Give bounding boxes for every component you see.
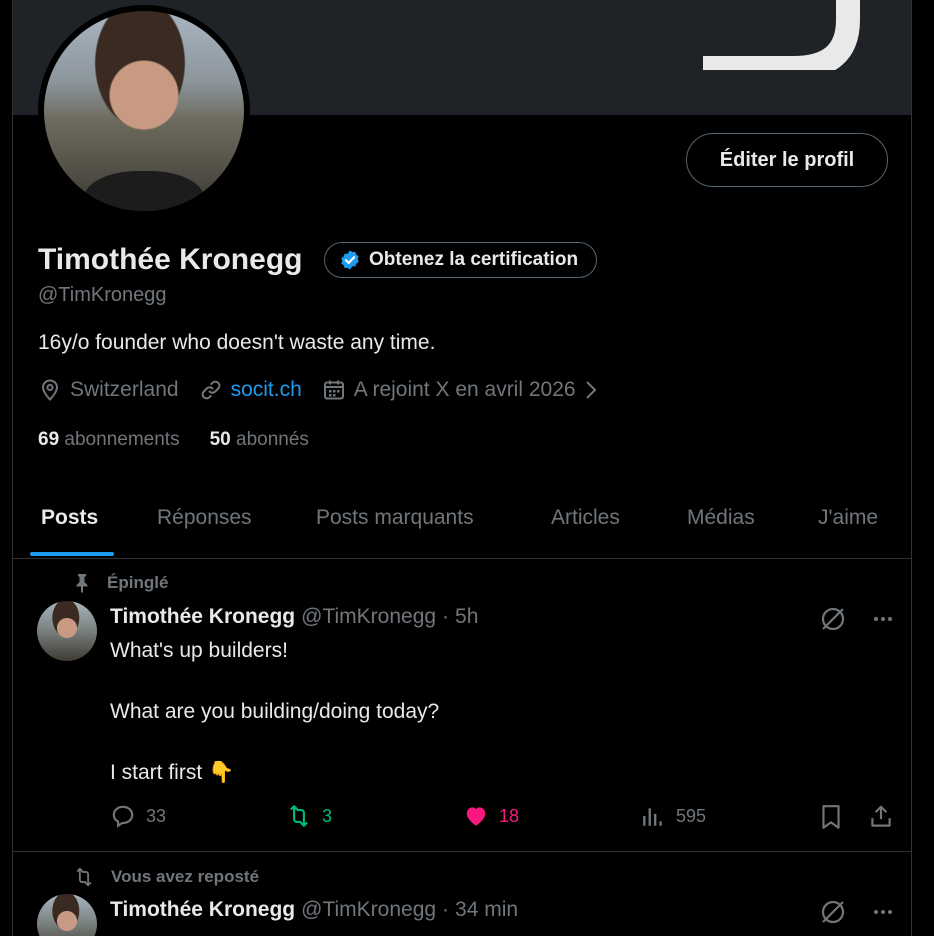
profile-name: Timothée Kronegg (38, 243, 303, 276)
more-icon[interactable] (871, 607, 895, 631)
reply-button[interactable]: 33 (110, 803, 166, 829)
post-avatar[interactable] (37, 601, 97, 661)
get-verified-label: Obtenez la certification (369, 249, 579, 270)
post-end-actions (818, 803, 894, 831)
repost-context: Vous avez reposté (73, 866, 259, 888)
verified-badge-icon (341, 250, 359, 270)
location-item: Switzerland (38, 378, 179, 402)
more-icon[interactable] (871, 900, 895, 924)
followers-link[interactable]: 50 abonnés (210, 429, 309, 451)
profile-tabs: Posts Réponses Posts marquants Articles … (13, 490, 911, 559)
repost-button[interactable]: 3 (286, 803, 332, 829)
following-count: 69 (38, 429, 60, 450)
followers-label: abonnés (236, 429, 309, 450)
follow-stats: 69 abonnements 50 abonnés (38, 429, 309, 451)
profile-bio: 16y/o founder who doesn't waste any time… (38, 331, 436, 354)
pinned-label: Épinglé (107, 573, 169, 592)
like-button[interactable]: 18 (463, 803, 519, 829)
post-text: What's up builders! What are you buildin… (110, 636, 439, 788)
get-verified-button[interactable]: Obtenez la certification (324, 242, 598, 278)
post-top-actions (819, 605, 895, 633)
post-time[interactable]: 5h (455, 605, 478, 629)
repost-context-label: Vous avez reposté (111, 867, 260, 886)
post-line: What's up builders! (110, 639, 288, 662)
post-line: I start first 👇 (110, 761, 235, 784)
chevron-right-icon (585, 381, 596, 399)
tab-replies[interactable]: Réponses (157, 506, 252, 530)
views-count: 595 (676, 805, 707, 826)
website-item[interactable]: socit.ch (199, 378, 302, 402)
active-tab-indicator (30, 552, 114, 556)
post-separator: · (442, 605, 450, 628)
post-separator: · (442, 898, 450, 921)
banner-logo (703, 0, 860, 70)
pinned-context: Épinglé (73, 573, 168, 593)
like-count: 18 (499, 805, 520, 826)
post-reposted[interactable]: Vous avez reposté Timothée Kronegg @TimK… (13, 852, 911, 936)
location-pin-icon (41, 379, 59, 401)
pin-icon (76, 574, 88, 593)
reply-count: 33 (146, 805, 167, 826)
bookmark-icon[interactable] (818, 803, 844, 831)
views-button[interactable]: 595 (640, 803, 706, 829)
following-link[interactable]: 69 abonnements (38, 429, 180, 451)
calendar-icon (323, 380, 344, 400)
post-author-handle[interactable]: @TimKronegg (301, 898, 436, 922)
repost-context-icon (76, 867, 92, 887)
post-author-handle[interactable]: @TimKronegg (301, 605, 436, 629)
repost-icon (290, 805, 308, 827)
views-icon (643, 808, 662, 826)
joined-item[interactable]: A rejoint X en avril 2026 (322, 378, 598, 402)
post-avatar[interactable] (37, 894, 97, 936)
post-actions: 33 3 18 595 (110, 803, 891, 835)
tab-likes[interactable]: J'aime (818, 506, 878, 530)
tab-articles[interactable]: Articles (551, 506, 620, 530)
post-author-name[interactable]: Timothée Kronegg (110, 898, 295, 922)
grok-icon[interactable] (819, 898, 847, 926)
post-line: What are you building/doing today? (110, 700, 440, 723)
reply-icon (112, 805, 134, 828)
post-top-actions (819, 898, 895, 926)
post-header: Timothée Kronegg @TimKronegg · 34 min (110, 898, 518, 922)
repost-count: 3 (322, 805, 333, 826)
post-time[interactable]: 34 min (455, 898, 518, 922)
tab-media[interactable]: Médias (687, 506, 755, 530)
tab-posts[interactable]: Posts (41, 506, 98, 530)
post-author-name[interactable]: Timothée Kronegg (110, 605, 295, 629)
link-icon (201, 380, 220, 400)
edit-profile-button[interactable]: Éditer le profil (686, 133, 888, 187)
following-label: abonnements (64, 429, 180, 450)
grok-icon[interactable] (819, 605, 847, 633)
location-text: Switzerland (70, 378, 179, 401)
post-header: Timothée Kronegg @TimKronegg · 5h (110, 605, 478, 629)
profile-column: Éditer le profil Timothée Kronegg Obtene… (12, 0, 912, 936)
profile-handle: @TimKronegg (38, 284, 167, 306)
followers-count: 50 (209, 429, 231, 450)
tab-highlights[interactable]: Posts marquants (316, 506, 474, 530)
profile-avatar[interactable] (38, 5, 250, 217)
share-icon[interactable] (868, 803, 894, 831)
joined-text: A rejoint X en avril 2026 (353, 378, 576, 401)
website-link[interactable]: socit.ch (231, 378, 302, 402)
profile-meta: Switzerland socit.ch A rejoint X en avri… (38, 378, 618, 402)
heart-icon (466, 807, 486, 826)
